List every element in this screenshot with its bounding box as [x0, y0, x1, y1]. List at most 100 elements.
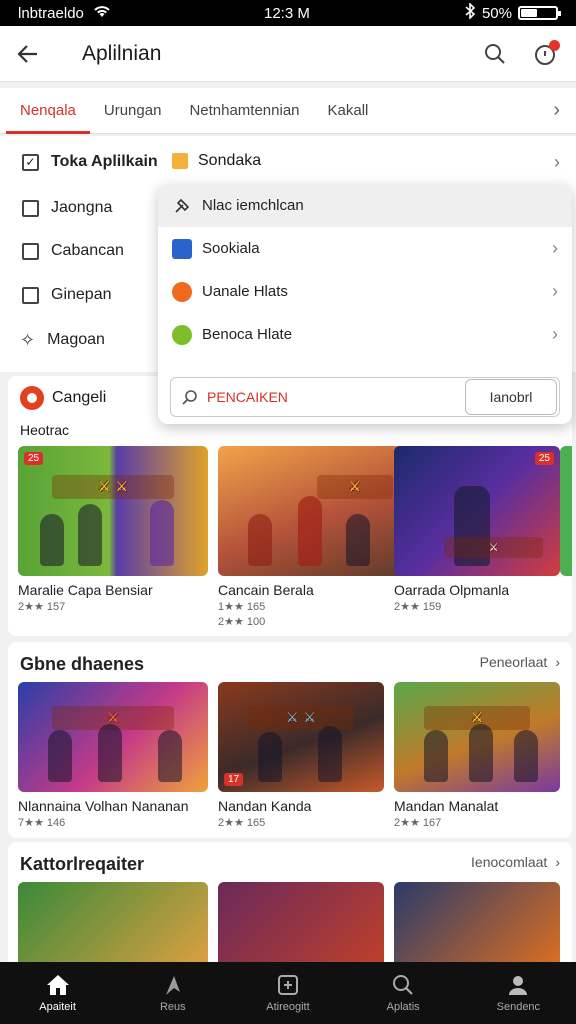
dropdown-item[interactable]: Uanale Hlats › — [158, 270, 572, 313]
category-item[interactable]: Ginepan — [0, 273, 112, 317]
game-icon — [172, 238, 192, 259]
lightning-icon: ✧ — [20, 329, 36, 350]
chevron-right-icon: › — [552, 324, 558, 344]
bottom-navigation: Apaiteit Reus Atireogitt Aplatis Sendenc — [0, 962, 576, 1024]
category-section: Kattorlreqaiter Ienocomlaat › — [8, 842, 572, 972]
dropdown-item[interactable]: Benoca Hlate › — [158, 313, 572, 356]
nav-item-category[interactable]: Atireogitt — [238, 974, 338, 1013]
app-rating: 1★★ 165 — [218, 601, 266, 613]
app-rating: 2★★ 159 — [394, 601, 442, 613]
app-name: Maralie Capa Bensiar — [18, 582, 153, 598]
app-badge: 25 — [24, 452, 44, 465]
section-header: Cangeli — [20, 386, 106, 410]
orange-app-icon — [172, 281, 192, 302]
tab-kakall[interactable]: Kakall — [314, 88, 383, 134]
nav-item-search[interactable]: Aplatis — [353, 974, 453, 1013]
category-main-label: Toka Aplilkain — [51, 153, 158, 170]
notification-dot — [549, 39, 560, 51]
nav-label: Reus — [159, 1000, 186, 1013]
app-tile[interactable]: ⚔ Cancain Berala 1★★ 165 2★★ 100 — [218, 446, 408, 628]
search-icon — [393, 974, 413, 995]
app-tile[interactable]: ⚔ ⚔ 17 Nandan Kanda 2★★ 165 — [218, 682, 384, 829]
see-more-link[interactable]: Ienocomlaat › — [471, 854, 560, 870]
nav-label: Aplatis — [386, 1000, 420, 1013]
chevron-right-icon: › — [555, 854, 560, 870]
checkbox[interactable] — [22, 286, 39, 304]
category-item[interactable]: Jaongna — [0, 186, 112, 230]
tabs-more-chevron-icon[interactable]: › — [553, 99, 576, 122]
category-item[interactable]: Cabancan — [0, 229, 124, 273]
wifi-icon — [92, 4, 112, 22]
dropdown-menu: Nlac iemchlcan Sookiala › Uanale Hlats ›… — [158, 184, 572, 424]
notifications-button[interactable] — [520, 26, 570, 82]
app-tile[interactable]: ⚔ Nlannaina Volhan Nananan 7★★ 146 — [18, 682, 208, 829]
app-badge: 25 — [534, 452, 554, 465]
home-icon — [46, 974, 69, 995]
dropdown-search-input[interactable] — [199, 378, 465, 416]
dropdown-search-bar: Ianobrl — [170, 377, 560, 417]
game-logo-art: ⚔ ⚔ — [247, 706, 355, 731]
app-badge: 17 — [224, 773, 244, 786]
see-more-link[interactable]: Peneorlaat › — [480, 654, 560, 670]
flag-icon — [165, 975, 180, 995]
app-bar: Aplilnian — [0, 26, 576, 82]
see-more-label: Peneorlaat — [479, 654, 548, 670]
tab-nenqala[interactable]: Nenqala — [6, 88, 90, 134]
checkbox[interactable] — [22, 242, 39, 260]
tab-netnhamtennian[interactable]: Netnhamtennian — [175, 88, 313, 134]
person-icon — [509, 975, 528, 995]
category-sub[interactable]: Sondaka — [172, 152, 261, 170]
app-name: Nlannaina Volhan Nananan — [18, 798, 189, 814]
search-button[interactable] — [470, 26, 520, 82]
app-tile[interactable]: ⚔ ⚔ 25 Maralie Capa Bensiar 2★★ 157 — [18, 446, 208, 613]
game-thumbnail: ⚔ 25 — [394, 446, 560, 576]
dropdown-item[interactable]: Sookiala › — [158, 227, 572, 270]
game-thumbnail[interactable] — [394, 882, 560, 972]
nav-item-profile[interactable]: Sendenc — [468, 974, 568, 1013]
app-name: Nandan Kanda — [218, 798, 312, 814]
checked-box-icon: ✓ — [22, 153, 39, 171]
app-name: Mandan Manalat — [394, 798, 499, 814]
category-item[interactable]: ✧ Magoan — [0, 318, 105, 362]
page-title: Aplilnian — [82, 41, 162, 65]
game-logo-art: ⚔ — [316, 474, 393, 499]
tools-icon — [172, 196, 192, 216]
nav-item-home[interactable]: Apaiteit — [8, 974, 108, 1013]
game-thumbnail: ⚔ ⚔ 17 — [218, 682, 384, 792]
game-thumbnail: ⚔ — [394, 682, 560, 792]
game-logo-art: ⚔ ⚔ — [52, 474, 174, 499]
dropdown-item-label: Uanale Hlats — [202, 283, 288, 300]
checkbox[interactable] — [22, 199, 39, 217]
category-item-label: Magoan — [47, 331, 105, 348]
search-icon — [181, 388, 199, 406]
chevron-right-icon: › — [552, 238, 558, 258]
section-header: Gbne dhaenes — [20, 654, 144, 675]
dropdown-item[interactable]: Nlac iemchlcan — [158, 184, 572, 227]
app-tile[interactable]: ⚔ 25 Oarrada Olpmanla 2★★ 159 — [394, 446, 560, 613]
search-icon — [485, 43, 505, 64]
app-rating: 7★★ 146 — [18, 817, 66, 829]
nav-item-news[interactable]: Reus — [123, 974, 223, 1013]
battery-text: 50% — [481, 4, 512, 22]
folder-icon — [172, 153, 188, 169]
app-rating: 2★★ 157 — [18, 601, 66, 613]
nav-label: Atireogitt — [266, 1000, 310, 1013]
nav-label: Sendenc — [496, 1000, 541, 1013]
section-title: Kattorlreqaiter — [20, 854, 145, 874]
game-thumbnail[interactable] — [218, 882, 384, 972]
app-tile[interactable]: ⚔ Mandan Manalat 2★★ 167 — [394, 682, 560, 829]
tab-urungan[interactable]: Urungan — [90, 88, 176, 134]
back-button[interactable] — [0, 26, 56, 82]
category-sub-label: Sondaka — [198, 152, 262, 169]
app-rating-secondary: 2★★ 100 — [218, 616, 266, 628]
game-thumbnail: ⚔ — [18, 682, 208, 792]
category-item-label: Cabancan — [51, 242, 124, 259]
app-name: Oarrada Olpmanla — [394, 582, 510, 598]
category-main[interactable]: ✓ Toka Aplilkain Sondaka › — [0, 140, 576, 184]
arrow-left-icon — [17, 44, 37, 63]
category-tabs: Nenqala Urungan Netnhamtennian Kakall › — [0, 88, 576, 134]
dropdown-action-button[interactable]: Ianobrl — [465, 379, 557, 415]
app-rating: 2★★ 167 — [394, 817, 442, 829]
green-app-icon — [172, 324, 192, 345]
game-thumbnail[interactable] — [18, 882, 208, 972]
